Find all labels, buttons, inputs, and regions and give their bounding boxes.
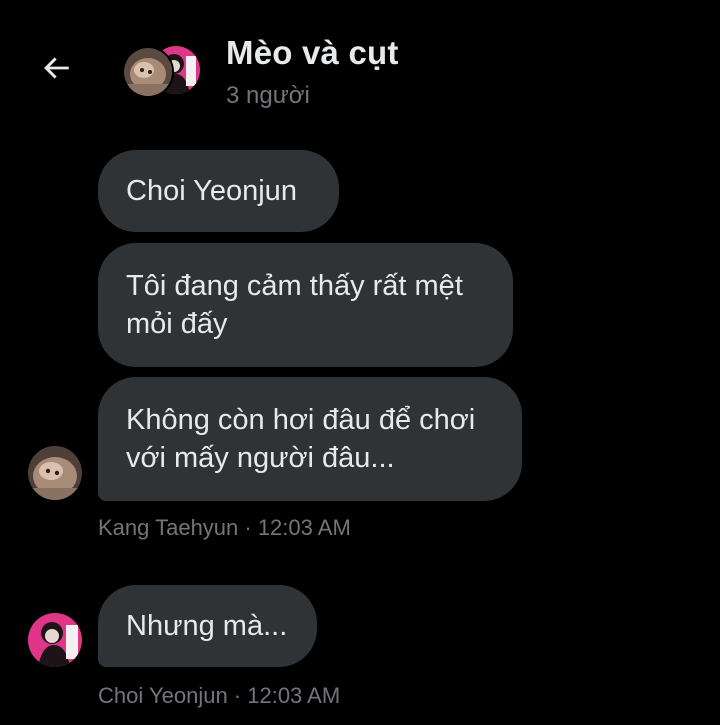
message-meta: Kang Taehyun · 12:03 AM — [98, 515, 351, 540]
message-text: Không còn hơi đâu để chơi với mấy người … — [126, 404, 476, 474]
message-text: Nhưng mà... — [126, 610, 288, 642]
message-bubble[interactable]: Choi Yeonjun — [98, 150, 339, 232]
message-text: Tôi đang cảm thấy rất mệt mỏi đấy — [126, 270, 463, 340]
message-bubble[interactable]: Nhưng mà... — [98, 585, 317, 667]
back-button[interactable] — [36, 50, 76, 90]
group-avatar[interactable] — [122, 44, 202, 98]
avatar-kitten — [122, 46, 174, 98]
sender-avatar[interactable] — [28, 446, 82, 500]
message-meta: Choi Yeonjun · 12:03 AM — [98, 683, 341, 708]
member-count: 3 người — [226, 82, 310, 109]
arrow-left-icon — [39, 51, 73, 90]
message-bubble[interactable]: Không còn hơi đâu để chơi với mấy người … — [98, 377, 522, 501]
conversation-title: Mèo và cụt — [226, 34, 399, 71]
sender-avatar[interactable] — [28, 613, 82, 667]
message-text: Choi Yeonjun — [126, 175, 297, 207]
message-bubble[interactable]: Tôi đang cảm thấy rất mệt mỏi đấy — [98, 243, 513, 367]
